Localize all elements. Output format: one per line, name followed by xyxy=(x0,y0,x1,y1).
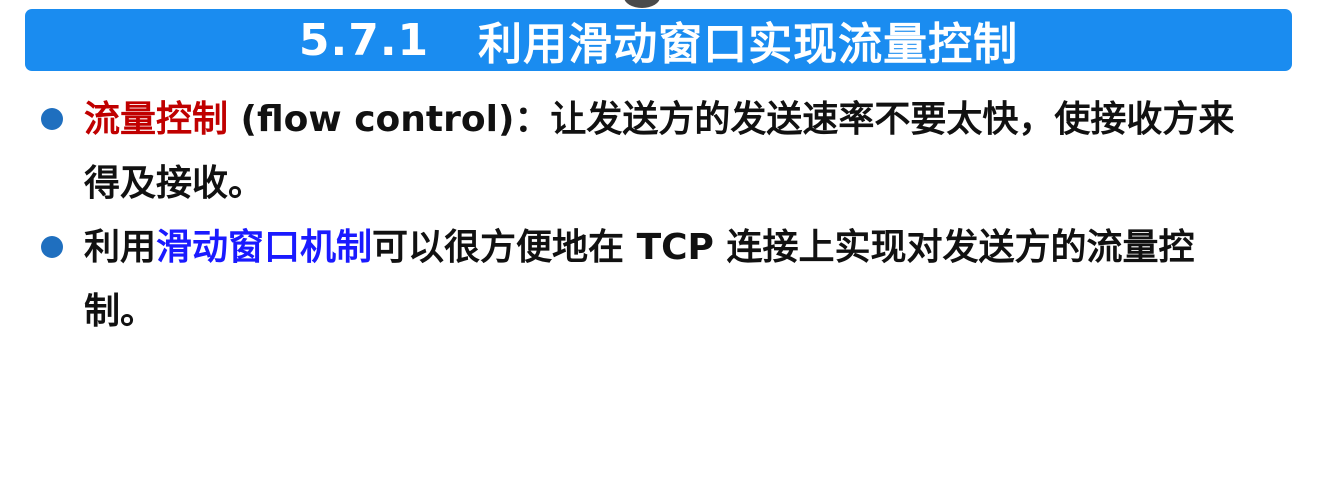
bullet-dot-icon xyxy=(41,236,63,258)
bullet-text: (flow control)：让发送方的发送速率不要太快，使接收方来得及接收。 xyxy=(84,99,1235,204)
slide-title-bar: 5.7.1 利用滑动窗口实现流量控制 xyxy=(25,9,1292,71)
bullet-item-flow-control: 流量控制 (flow control)：让发送方的发送速率不要太快，使接收方来得… xyxy=(0,88,1264,216)
slide-title: 利用滑动窗口实现流量控制 xyxy=(478,19,1019,70)
bullet-item-sliding-window: 利用滑动窗口机制可以很方便地在 TCP 连接上实现对发送方的流量控制。 xyxy=(0,216,1264,344)
term-sliding-window: 滑动窗口机制 xyxy=(156,227,373,268)
section-number: 5.7.1 xyxy=(298,14,430,66)
bullet-dot-icon xyxy=(41,108,63,130)
bullet-list: 流量控制 (flow control)：让发送方的发送速率不要太快，使接收方来得… xyxy=(0,88,1336,344)
term-flow-control: 流量控制 xyxy=(84,99,229,140)
title-gap xyxy=(429,15,478,66)
bullet-prefix: 利用 xyxy=(84,227,157,268)
decorative-nub xyxy=(624,0,660,8)
